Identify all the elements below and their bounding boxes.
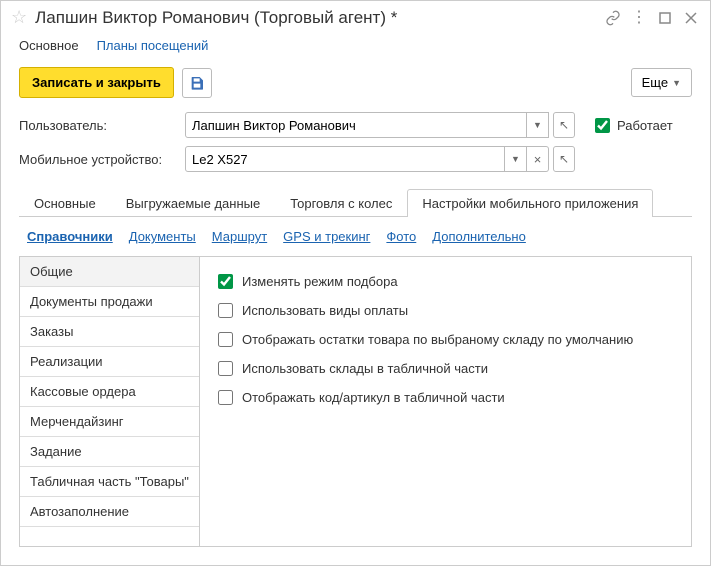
option-2[interactable]: Отображать остатки товара по выбраному с… <box>214 325 677 354</box>
option-label-3: Использовать склады в табличной части <box>242 361 488 376</box>
kebab-icon[interactable]: ⋮ <box>630 9 648 27</box>
device-dropdown-button[interactable]: ▼ <box>505 146 527 172</box>
close-icon[interactable] <box>682 9 700 27</box>
sideitem-1[interactable]: Документы продажи <box>20 287 199 317</box>
sideitem-6[interactable]: Задание <box>20 437 199 467</box>
subtab-0[interactable]: Справочники <box>27 229 113 244</box>
maximize-icon[interactable] <box>656 9 674 27</box>
user-dropdown-button[interactable]: ▼ <box>527 112 549 138</box>
option-checkbox-0[interactable] <box>218 274 233 289</box>
sideitem-8[interactable]: Автозаполнение <box>20 497 199 527</box>
option-label-2: Отображать остатки товара по выбраному с… <box>242 332 633 347</box>
sideitem-4[interactable]: Кассовые ордера <box>20 377 199 407</box>
option-3[interactable]: Использовать склады в табличной части <box>214 354 677 383</box>
main-tabs: ОсновныеВыгружаемые данныеТорговля с кол… <box>19 188 692 217</box>
sideitem-5[interactable]: Мерчендайзинг <box>20 407 199 437</box>
option-label-0: Изменять режим подбора <box>242 274 398 289</box>
more-button[interactable]: Еще ▼ <box>631 68 692 97</box>
star-icon[interactable]: ☆ <box>11 7 27 28</box>
user-field[interactable] <box>185 112 527 138</box>
sub-tabs: Справочники Документы Маршрут GPS и трекинг… <box>1 217 710 252</box>
works-checkbox[interactable] <box>595 118 610 133</box>
tab-2[interactable]: Торговля с колес <box>275 189 407 217</box>
sideitem-2[interactable]: Заказы <box>20 317 199 347</box>
subtab-4[interactable]: Фото <box>386 229 416 244</box>
option-1[interactable]: Использовать виды оплаты <box>214 296 677 325</box>
option-checkbox-1[interactable] <box>218 303 233 318</box>
option-4[interactable]: Отображать код/артикул в табличной части <box>214 383 677 412</box>
chevron-down-icon: ▼ <box>672 78 681 88</box>
nav-plans[interactable]: Планы посещений <box>97 38 209 53</box>
tab-3[interactable]: Настройки мобильного приложения <box>407 189 653 217</box>
options-panel: Изменять режим подбора Использовать виды … <box>200 257 691 546</box>
window-title: Лапшин Виктор Романович (Торговый агент)… <box>35 8 596 28</box>
tab-1[interactable]: Выгружаемые данные <box>111 189 276 217</box>
tab-0[interactable]: Основные <box>19 189 111 217</box>
option-label-4: Отображать код/артикул в табличной части <box>242 390 505 405</box>
subtab-2[interactable]: Маршрут <box>212 229 267 244</box>
nav-current[interactable]: Основное <box>19 38 79 53</box>
link-icon[interactable] <box>604 9 622 27</box>
device-label: Мобильное устройство: <box>19 152 179 167</box>
option-checkbox-3[interactable] <box>218 361 233 376</box>
option-label-1: Использовать виды оплаты <box>242 303 408 318</box>
option-checkbox-2[interactable] <box>218 332 233 347</box>
side-menu: ОбщиеДокументы продажиЗаказыРеализацииКа… <box>20 257 200 546</box>
device-field[interactable] <box>185 146 505 172</box>
user-label: Пользователь: <box>19 118 179 133</box>
sideitem-7[interactable]: Табличная часть "Товары" <box>20 467 199 497</box>
save-button[interactable] <box>182 68 212 98</box>
option-0[interactable]: Изменять режим подбора <box>214 267 677 296</box>
sideitem-0[interactable]: Общие <box>20 257 199 287</box>
subtab-1[interactable]: Документы <box>129 229 196 244</box>
device-clear-button[interactable]: × <box>527 146 549 172</box>
works-checkbox-wrap[interactable]: Работает <box>591 115 673 136</box>
subtab-3[interactable]: GPS и трекинг <box>283 229 370 244</box>
works-label: Работает <box>617 118 673 133</box>
device-open-button[interactable]: ↗ <box>553 146 575 172</box>
user-open-button[interactable]: ↗ <box>553 112 575 138</box>
subtab-5[interactable]: Дополнительно <box>432 229 526 244</box>
sideitem-3[interactable]: Реализации <box>20 347 199 377</box>
more-label: Еще <box>642 75 668 90</box>
save-and-close-button[interactable]: Записать и закрыть <box>19 67 174 98</box>
option-checkbox-4[interactable] <box>218 390 233 405</box>
